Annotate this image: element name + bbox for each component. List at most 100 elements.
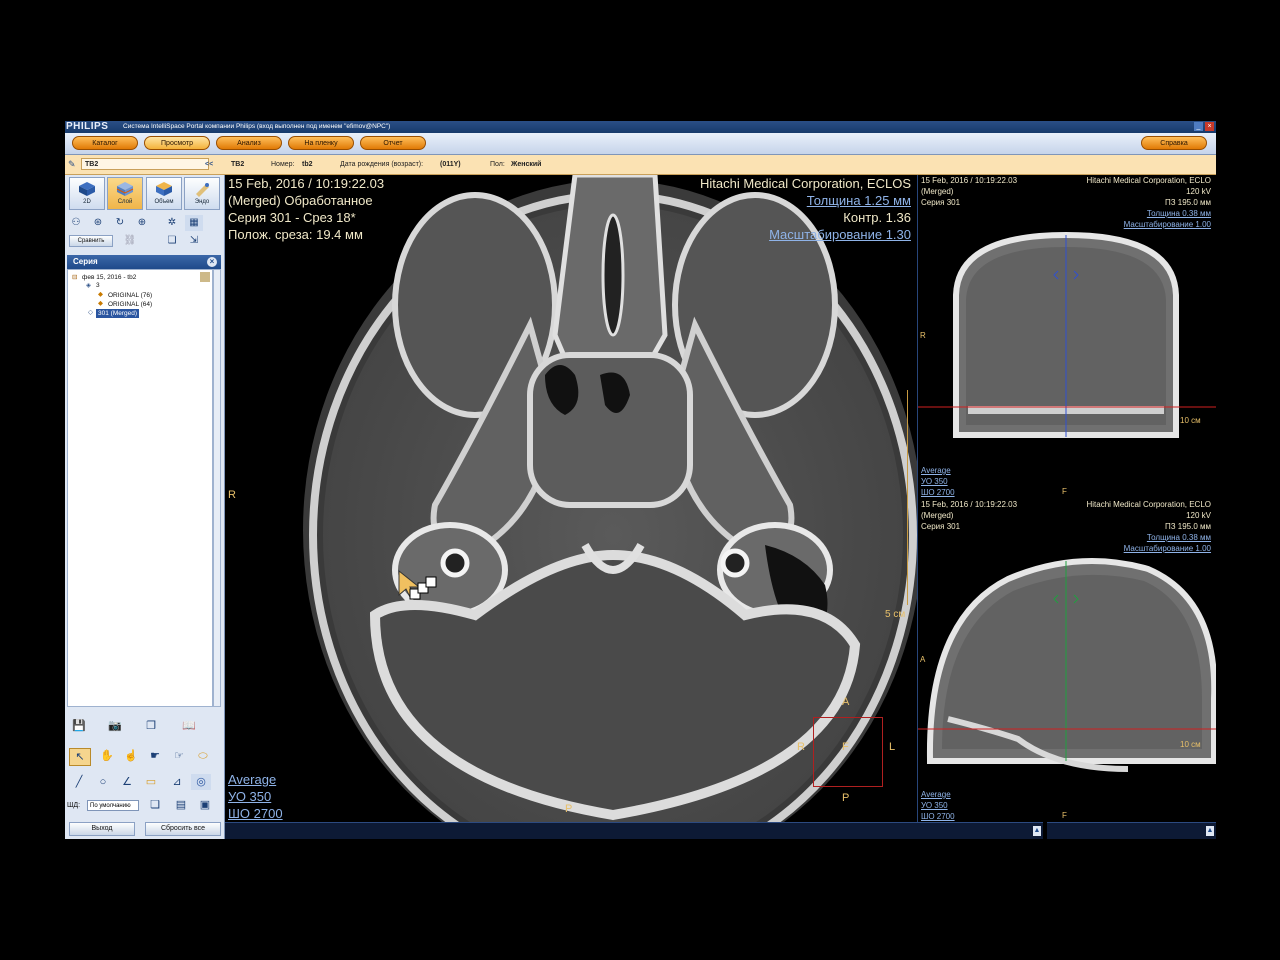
brand-logo: PHILIPS	[66, 121, 109, 132]
window-preset-select[interactable]: По умолчанию	[87, 800, 139, 811]
compare-button[interactable]: Сравнить	[69, 235, 113, 247]
nav-film-button[interactable]: На пленку	[288, 136, 354, 150]
link-icon[interactable]: ⛓	[121, 233, 139, 249]
coronal-series: Серия 301	[921, 198, 961, 207]
camera-icon[interactable]: 📷	[105, 718, 125, 734]
export-icon[interactable]: ⇲	[185, 233, 203, 249]
collapse-panel-button[interactable]: <<	[205, 155, 213, 174]
axial-viewport[interactable]: 15 Feb, 2016 / 10:19:22.03 (Merged) Обра…	[225, 175, 917, 822]
nav-bar: Каталог Просмотр Анализ На пленку Отчет …	[65, 133, 1216, 155]
zoom-tool-icon[interactable]: ☝	[121, 748, 141, 764]
cube-anterior-label: A	[842, 696, 850, 708]
tree-group-item[interactable]: 3	[96, 281, 100, 290]
target-icon[interactable]: ⊛	[89, 215, 107, 231]
annotation-tool-icon[interactable]: ⊿	[167, 774, 187, 790]
main-ww-link[interactable]: ШО 2700	[228, 805, 283, 822]
close-series-icon[interactable]: ×	[207, 257, 217, 267]
save-icon[interactable]: 💾	[69, 718, 89, 734]
copy-icon[interactable]: ❐	[141, 718, 161, 734]
mouse-cursor-icon	[398, 569, 437, 600]
reslice-icon[interactable]: ⊕	[133, 215, 151, 231]
sagittal-viewport[interactable]: 15 Feb, 2016 / 10:19:22.03 (Merged) Сери…	[918, 499, 1216, 822]
volume-icon	[156, 182, 172, 196]
main-orientation-posterior: P	[565, 803, 573, 815]
window-title: Система IntelliSpace Portal компании Phi…	[123, 123, 391, 130]
line-tool-icon[interactable]: ╱	[69, 774, 89, 790]
reset-all-button[interactable]: Сбросить все	[145, 822, 221, 836]
print-icon[interactable]: ▣	[195, 797, 215, 813]
sagittal-thickness-link[interactable]: Толщина 0.38 мм	[1147, 532, 1211, 543]
pan-tool-icon[interactable]: ✋	[97, 748, 117, 764]
grid-layout-icon[interactable]: ▦	[185, 215, 203, 231]
angle-tool-icon[interactable]: ∠	[117, 774, 137, 790]
nav-help-button[interactable]: Справка	[1141, 136, 1207, 150]
main-datetime: 15 Feb, 2016 / 10:19:22.03	[228, 176, 385, 191]
cube-2d-icon	[79, 182, 95, 196]
coronal-orientation-foot: F	[1062, 487, 1067, 496]
tree-original-64[interactable]: ORIGINAL (64)	[108, 300, 152, 309]
layout-icon[interactable]: ⚇	[67, 215, 85, 231]
mode-volume-button[interactable]: Объем	[146, 177, 182, 210]
app-window: PHILIPS Система IntelliSpace Portal комп…	[65, 121, 1216, 839]
film-icon[interactable]: ▤	[171, 797, 191, 813]
tree-original-76[interactable]: ORIGINAL (76)	[108, 291, 152, 300]
sagittal-wl-link[interactable]: УО 350	[921, 800, 948, 811]
coronal-manufacturer: Hitachi Medical Corporation, ECLO	[1086, 176, 1212, 185]
window-preset-label: ШД:	[67, 802, 81, 809]
scroll-up-icon[interactable]: ▲	[1206, 826, 1214, 836]
sagittal-scale-link[interactable]: Масштабирование 1.00	[1124, 543, 1211, 554]
window-tool-icon[interactable]: ☛	[145, 748, 165, 764]
ruler-tool-icon[interactable]: ▭	[141, 774, 161, 790]
series-panel-header: Серия ×	[67, 255, 221, 269]
brain-icon[interactable]: ⬭	[193, 748, 213, 764]
sagittal-mode-link[interactable]: Average	[921, 789, 951, 800]
coronal-scale-link[interactable]: Масштабирование 1.00	[1124, 219, 1211, 230]
scroll-up-icon[interactable]: ▲	[1033, 826, 1041, 836]
main-scale-link[interactable]: Масштабирование 1.30	[769, 226, 911, 243]
close-button[interactable]: ×	[1205, 122, 1214, 131]
patient-name-field[interactable]: TB2	[81, 158, 209, 170]
patient-name: TB2	[231, 161, 245, 168]
preset-icon[interactable]: ❏	[145, 797, 165, 813]
tree-expander-icon[interactable]: ⊟	[72, 273, 77, 282]
ellipse-tool-icon[interactable]: ○	[93, 774, 113, 790]
main-thickness-link[interactable]: Толщина 1.25 мм	[807, 192, 911, 209]
minimize-button[interactable]: _	[1194, 122, 1203, 131]
coronal-wl-link[interactable]: УО 350	[921, 476, 948, 487]
coronal-viewport[interactable]: 15 Feb, 2016 / 10:19:22.03 (Merged) Сери…	[918, 175, 1216, 498]
tree-scrollbar[interactable]	[213, 269, 221, 707]
mode-slab-button[interactable]: Слой	[107, 177, 143, 210]
mode-endo-button[interactable]: Эндо	[184, 177, 220, 210]
sagittal-datetime: 15 Feb, 2016 / 10:19:22.03	[921, 500, 1018, 509]
coronal-mode-link[interactable]: Average	[921, 465, 951, 476]
scroll-tool-icon[interactable]: ☞	[169, 748, 189, 764]
coronal-fov: ПЗ 195.0 мм	[1164, 198, 1211, 207]
pin-icon[interactable]: ✎	[68, 159, 76, 169]
nav-analysis-button[interactable]: Анализ	[216, 136, 282, 150]
exit-button[interactable]: Выход	[69, 822, 135, 836]
tree-merged-item[interactable]: 301 (Merged)	[96, 309, 140, 318]
settings-icon[interactable]: ✲	[163, 215, 181, 231]
rotate-icon[interactable]: ↻	[111, 215, 129, 231]
mode-2d-button[interactable]: 2D	[69, 177, 105, 210]
nav-report-button[interactable]: Отчет	[360, 136, 426, 150]
main-mode-link[interactable]: Average	[228, 771, 276, 788]
sagittal-manufacturer: Hitachi Medical Corporation, ECLO	[1086, 500, 1212, 509]
nav-view-button[interactable]: Просмотр	[144, 136, 210, 150]
main-wl-link[interactable]: УО 350	[228, 788, 271, 805]
pointer-tool-icon[interactable]: ↖	[69, 748, 91, 766]
coronal-ww-link[interactable]: ШО 2700	[921, 487, 955, 498]
sagittal-ww-link[interactable]: ШО 2700	[921, 811, 955, 822]
book-icon[interactable]: 📖	[179, 718, 199, 734]
nav-catalog-button[interactable]: Каталог	[72, 136, 138, 150]
cube-posterior-label: P	[842, 792, 850, 804]
patient-sex-label: Пол:	[490, 161, 505, 168]
series-header-label: Серия	[73, 257, 98, 266]
coronal-thickness-link[interactable]: Толщина 0.38 мм	[1147, 208, 1211, 219]
main-ruler-label: 5 см	[885, 609, 906, 620]
sagittal-series: Серия 301	[921, 522, 961, 531]
roi-tool-icon[interactable]: ◎	[191, 774, 211, 790]
layers-icon[interactable]: ❏	[163, 233, 181, 249]
patient-number-label: Номер:	[271, 161, 295, 168]
main-orientation-right: R	[228, 489, 236, 501]
